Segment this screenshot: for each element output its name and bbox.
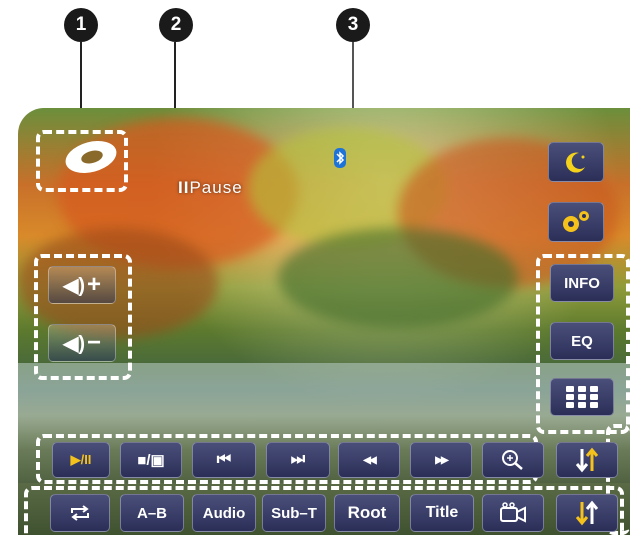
rewind-label: ◀◀ [363,454,376,466]
volume-up-button[interactable]: ◀) + [48,266,116,304]
title-menu-button[interactable]: Title [410,494,474,532]
keypad-button[interactable] [550,378,614,416]
root-menu-button[interactable]: Root [334,494,400,532]
subtitle-label: Sub–T [271,504,317,522]
title-label: Title [425,504,459,521]
angle-button[interactable] [482,494,544,532]
pause-icon: II [178,178,190,197]
zoom-button[interactable] [482,442,544,478]
moon-icon [566,152,585,173]
callout-1: 1 [64,8,98,42]
volume-down-button[interactable]: ◀) − [48,324,116,362]
swap-arrows-button-bottom[interactable] [556,494,618,532]
a-b-label: A–B [136,504,167,522]
night-mode-button[interactable] [548,142,604,182]
repeat-icon [71,505,89,521]
previous-label: ⏮ [216,451,232,468]
root-label: Root [347,503,387,522]
foliage-bg [278,228,518,328]
volume-up-label: + [87,271,102,298]
callout-3: 3 [336,8,370,42]
player-screen: IIPause ◀) + ◀) − INFO EQ ▶/II ■/▣ ⏮ ⏭ ◀… [18,108,630,535]
audio-button[interactable]: Audio [192,494,256,532]
up-down-arrows-icon [575,447,599,473]
zoom-in-icon [502,450,523,470]
previous-button[interactable]: ⏮ [192,442,256,478]
info-button[interactable]: INFO [550,264,614,302]
repeat-button[interactable] [50,494,110,532]
pause-label: Pause [189,178,243,197]
bluetooth-icon [334,148,346,168]
stop-screen-label: ■/▣ [137,452,165,469]
next-button[interactable]: ⏭ [266,442,330,478]
audio-label: Audio [202,504,246,522]
disc-logo-button[interactable] [60,136,122,178]
keypad-icon [566,386,598,408]
subtitle-button[interactable]: Sub–T [262,494,326,532]
speaker-icon: ◀) [62,332,86,355]
settings-button[interactable] [548,202,604,242]
rewind-button[interactable]: ◀◀ [338,442,400,478]
speaker-icon: ◀) [62,274,86,297]
play-pause-label: ▶/II [70,452,92,467]
fast-forward-button[interactable]: ▶▶ [410,442,472,478]
fast-forward-label: ▶▶ [435,454,448,466]
eq-button[interactable]: EQ [550,322,614,360]
disc-logo-icon [65,141,117,173]
swap-arrows-button-top[interactable] [556,442,618,478]
callout-2: 2 [159,8,193,42]
volume-down-label: − [87,329,102,356]
up-down-arrows-icon [575,500,599,526]
camera-angle-icon [500,502,526,523]
next-label: ⏭ [290,451,306,468]
a-b-repeat-button[interactable]: A–B [120,494,184,532]
play-pause-button[interactable]: ▶/II [52,442,110,478]
gear-icon [563,211,589,232]
stop-screen-button[interactable]: ■/▣ [120,442,182,478]
pause-status: IIPause [178,178,243,198]
